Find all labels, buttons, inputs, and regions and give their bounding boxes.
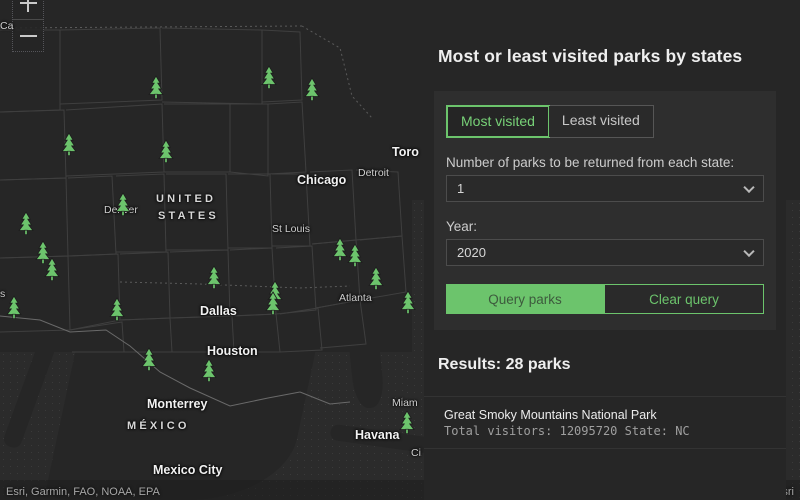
park-marker[interactable]	[302, 77, 322, 101]
chevron-down-icon	[743, 245, 755, 257]
park-marker[interactable]	[42, 257, 62, 281]
park-marker[interactable]	[139, 347, 159, 371]
park-marker[interactable]	[107, 297, 127, 321]
map-attribution-sources: Esri, Garmin, FAO, NOAA, EPA	[6, 486, 160, 498]
park-marker[interactable]	[16, 211, 36, 235]
park-marker[interactable]	[146, 75, 166, 99]
toggle-most-visited[interactable]: Most visited	[446, 105, 550, 138]
park-marker[interactable]	[397, 410, 417, 434]
park-marker[interactable]	[199, 358, 219, 382]
query-actions: Query parks Clear query	[446, 284, 764, 314]
visit-mode-toggle-group[interactable]: Most visited Least visited	[446, 105, 654, 138]
map-zoom-controls[interactable]	[12, 0, 44, 52]
query-form-card: Most visited Least visited Number of par…	[434, 91, 776, 330]
chevron-down-icon	[743, 181, 755, 193]
park-marker[interactable]	[59, 132, 79, 156]
result-item-partial[interactable]	[424, 448, 786, 470]
toggle-least-visited[interactable]: Least visited	[548, 106, 653, 137]
result-item[interactable]: Great Smoky Mountains National Park Total…	[424, 396, 786, 448]
park-count-label: Number of parks to be returned from each…	[446, 155, 735, 170]
park-marker[interactable]	[4, 295, 24, 319]
result-park-meta: Total visitors: 12095720 State: NC	[444, 424, 690, 438]
results-heading: Results: 28 parks	[438, 356, 571, 373]
plus-icon-vertical	[27, 0, 29, 12]
park-marker[interactable]	[156, 139, 176, 163]
park-count-value: 1	[457, 181, 465, 196]
results-list[interactable]: Great Smoky Mountains National Park Total…	[424, 396, 786, 470]
park-marker[interactable]	[398, 290, 418, 314]
year-select[interactable]: 2020	[446, 239, 764, 266]
park-count-select[interactable]: 1	[446, 175, 764, 202]
year-value: 2020	[457, 245, 486, 260]
zoom-out-button[interactable]	[13, 19, 43, 51]
query-panel: Most or least visited parks by states Mo…	[424, 8, 786, 500]
zoom-in-button[interactable]	[13, 0, 43, 19]
clear-query-button[interactable]: Clear query	[604, 284, 764, 314]
park-marker[interactable]	[113, 192, 133, 216]
park-marker[interactable]	[345, 243, 365, 267]
result-park-name: Great Smoky Mountains National Park	[444, 408, 657, 422]
park-marker[interactable]	[259, 65, 279, 89]
park-marker[interactable]	[366, 266, 386, 290]
panel-title: Most or least visited parks by states	[438, 46, 743, 66]
park-marker[interactable]	[204, 265, 224, 289]
query-parks-button[interactable]: Query parks	[446, 284, 604, 314]
year-label: Year:	[446, 219, 478, 234]
minus-icon	[19, 34, 37, 37]
app-root: ToroChicagoDetroitDenverSt LouisUNITEDST…	[0, 0, 800, 500]
park-marker[interactable]	[263, 291, 283, 315]
